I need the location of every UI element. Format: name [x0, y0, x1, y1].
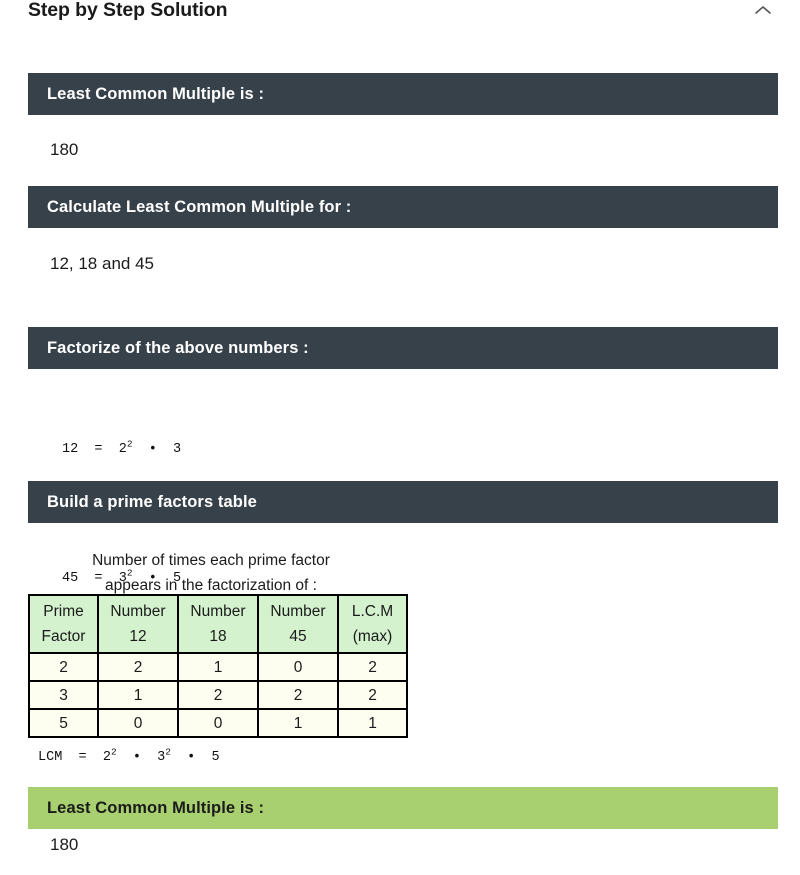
banner-build-prime-factors-table: Build a prime factors table — [28, 481, 778, 523]
header-line-1: Number — [270, 603, 326, 620]
factor-exponent: 2 — [110, 746, 117, 758]
header-line-1: L.C.M — [351, 603, 394, 620]
table-cell: 2 — [97, 652, 179, 682]
table-cell: 2 — [28, 652, 99, 682]
table-cell: 2 — [257, 680, 339, 710]
factor-base: 5 — [211, 750, 220, 765]
table-cell: 1 — [177, 652, 259, 682]
header-line-1: Number — [190, 603, 246, 620]
banner-label: Build a prime factors table — [47, 492, 257, 511]
header-line-1: Prime — [43, 603, 84, 620]
table-row: 2 2 1 0 2 — [28, 652, 408, 682]
banner-least-common-multiple-top: Least Common Multiple is : — [28, 73, 778, 115]
table-cell: 1 — [97, 680, 179, 710]
equals-sign: = — [94, 442, 103, 457]
table-cell: 2 — [337, 680, 408, 710]
table-header-cell-lcm-max: L.C.M (max) — [337, 594, 408, 654]
factor-exponent: 2 — [126, 438, 133, 450]
factorization-number: 12 — [62, 442, 79, 457]
header-line-2: (max) — [352, 628, 393, 645]
chevron-up-icon[interactable] — [752, 0, 774, 20]
table-cell: 0 — [177, 708, 259, 738]
factor-exponent: 2 — [165, 746, 171, 758]
table-cell: 2 — [177, 680, 259, 710]
factor-base: 2 — [118, 442, 127, 457]
factor-base: 2 — [102, 750, 111, 765]
prime-factors-table: Prime Factor Number 12 Number 18 Number … — [28, 594, 408, 738]
banner-label: Factorize of the above numbers : — [47, 338, 309, 357]
table-cell: 3 — [28, 680, 99, 710]
caption-line-1: Number of times each prime factor — [92, 552, 330, 569]
header-line-2: 18 — [209, 628, 227, 645]
factorization-row: 12 = 22 • 3 — [62, 439, 181, 461]
table-row: 3 1 2 2 2 — [28, 680, 408, 710]
table-header-row: Prime Factor Number 12 Number 18 Number … — [28, 594, 408, 654]
banner-least-common-multiple-bottom: Least Common Multiple is : — [28, 787, 778, 829]
lcm-expression: LCM = 22 • 32 • 5 — [38, 747, 220, 769]
multiply-dot: • — [132, 750, 141, 765]
table-cell: 5 — [28, 708, 99, 738]
table-header-cell-number-12: Number 12 — [97, 594, 179, 654]
banner-factorize: Factorize of the above numbers : — [28, 327, 778, 369]
table-cell: 1 — [337, 708, 408, 738]
header-line-2: Factor — [41, 628, 86, 645]
header-line-1: Number — [110, 603, 166, 620]
prime-table-caption: Number of times each prime factor appear… — [28, 548, 394, 598]
table-header-cell-prime-factor: Prime Factor — [28, 594, 99, 654]
table-cell: 0 — [97, 708, 179, 738]
header-line-2: 12 — [129, 628, 147, 645]
table-cell: 1 — [257, 708, 339, 738]
equals-sign: = — [78, 750, 87, 765]
header-line-2: 45 — [289, 628, 307, 645]
lcm-label: LCM — [38, 750, 63, 765]
table-row: 5 0 0 1 1 — [28, 708, 408, 738]
lcm-result-top-value: 180 — [50, 140, 79, 159]
table-cell: 0 — [257, 652, 339, 682]
input-numbers-value: 12, 18 and 45 — [50, 254, 154, 273]
banner-label: Calculate Least Common Multiple for : — [47, 197, 352, 216]
page-title: Step by Step Solution — [28, 0, 228, 21]
lcm-result-bottom-value: 180 — [50, 835, 79, 854]
multiply-dot: • — [187, 750, 196, 765]
table-header-cell-number-45: Number 45 — [257, 594, 339, 654]
table-cell: 2 — [337, 652, 408, 682]
multiply-dot: • — [148, 442, 157, 457]
factor-base: 3 — [173, 442, 182, 457]
table-header-cell-number-18: Number 18 — [177, 594, 259, 654]
banner-label: Least Common Multiple is : — [47, 84, 265, 103]
banner-calculate-for: Calculate Least Common Multiple for : — [28, 186, 778, 228]
banner-label: Least Common Multiple is : — [47, 798, 265, 817]
panel-header: Step by Step Solution — [0, 0, 800, 26]
